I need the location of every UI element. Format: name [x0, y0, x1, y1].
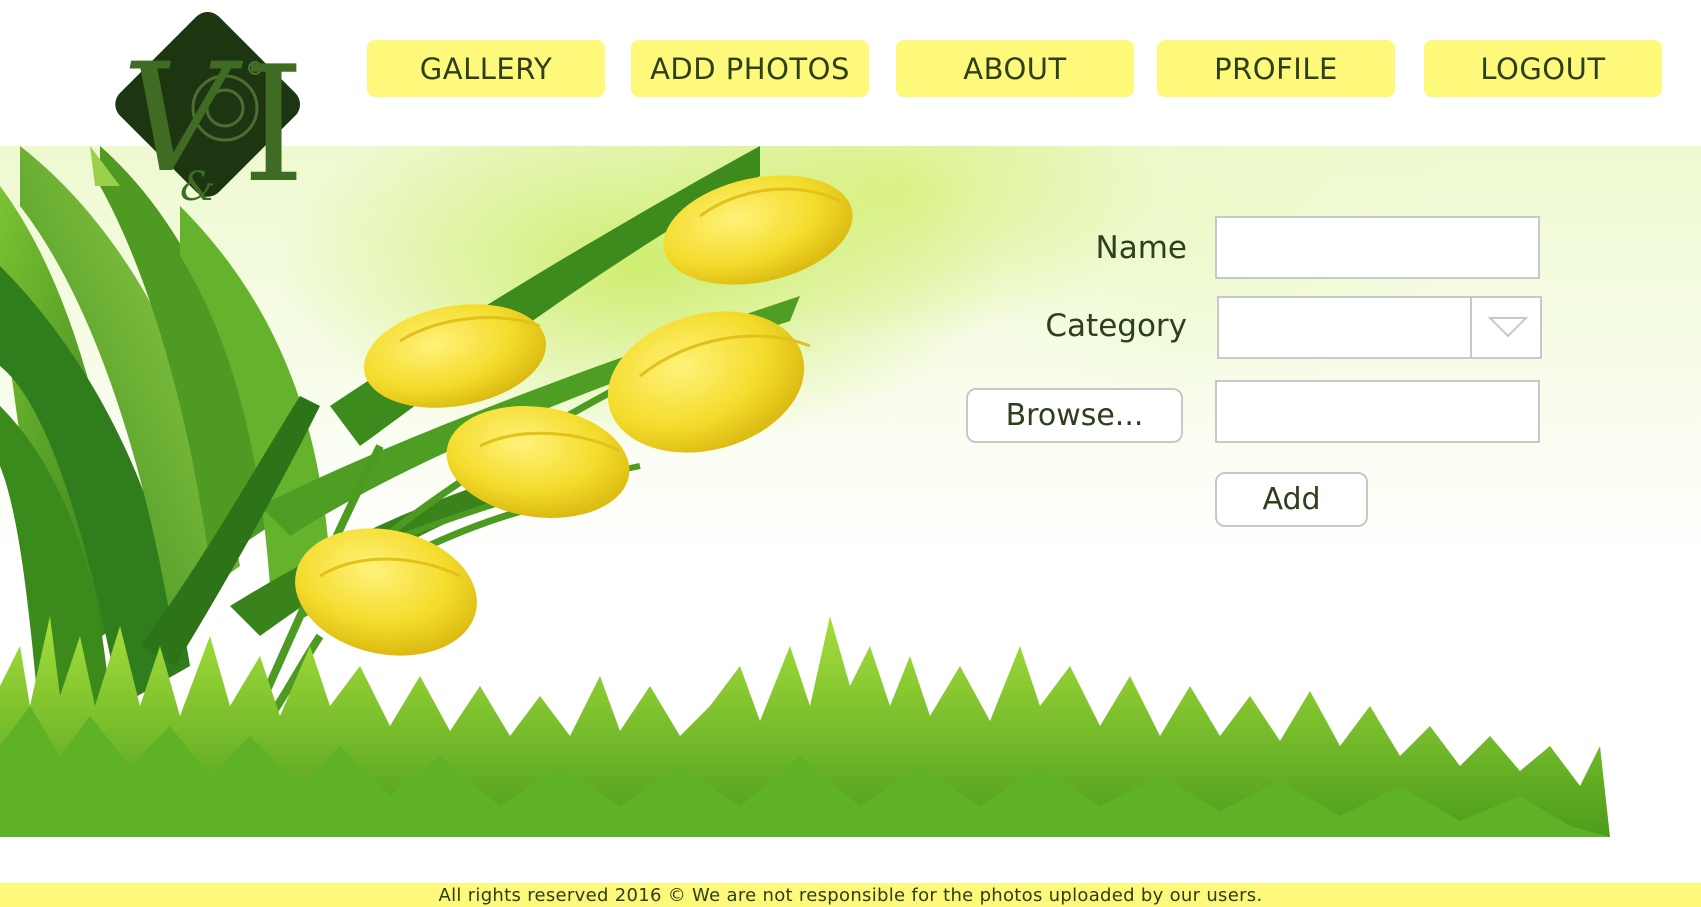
browse-button[interactable]: Browse... — [966, 388, 1183, 443]
select-divider — [1470, 298, 1472, 357]
name-input[interactable] — [1215, 216, 1540, 279]
grass-border — [0, 616, 1610, 837]
add-button[interactable]: Add — [1215, 472, 1368, 527]
tulip-flower — [663, 175, 853, 285]
nav-about-button[interactable]: ABOUT — [896, 40, 1134, 97]
chevron-down-icon[interactable] — [1488, 316, 1528, 340]
name-label: Name — [1095, 230, 1187, 266]
svg-text:I: I — [242, 31, 305, 218]
nav-gallery-button[interactable]: GALLERY — [367, 40, 605, 97]
category-label: Category — [1045, 308, 1187, 344]
site-logo[interactable]: V I & — [92, 0, 322, 220]
page: V I & GALLERY ADD PHOTOS ABOUT PROFILE L… — [0, 0, 1701, 907]
nav-profile-button[interactable]: PROFILE — [1157, 40, 1395, 97]
nav-add-photos-button[interactable]: ADD PHOTOS — [631, 40, 869, 97]
svg-text:&: & — [180, 164, 216, 210]
category-select[interactable] — [1217, 296, 1542, 359]
footer-text: All rights reserved 2016 © We are not re… — [0, 883, 1701, 907]
file-path-field[interactable] — [1215, 380, 1540, 443]
camera-monogram-icon: V I & — [115, 11, 305, 218]
nav-logout-button[interactable]: LOGOUT — [1424, 40, 1662, 97]
